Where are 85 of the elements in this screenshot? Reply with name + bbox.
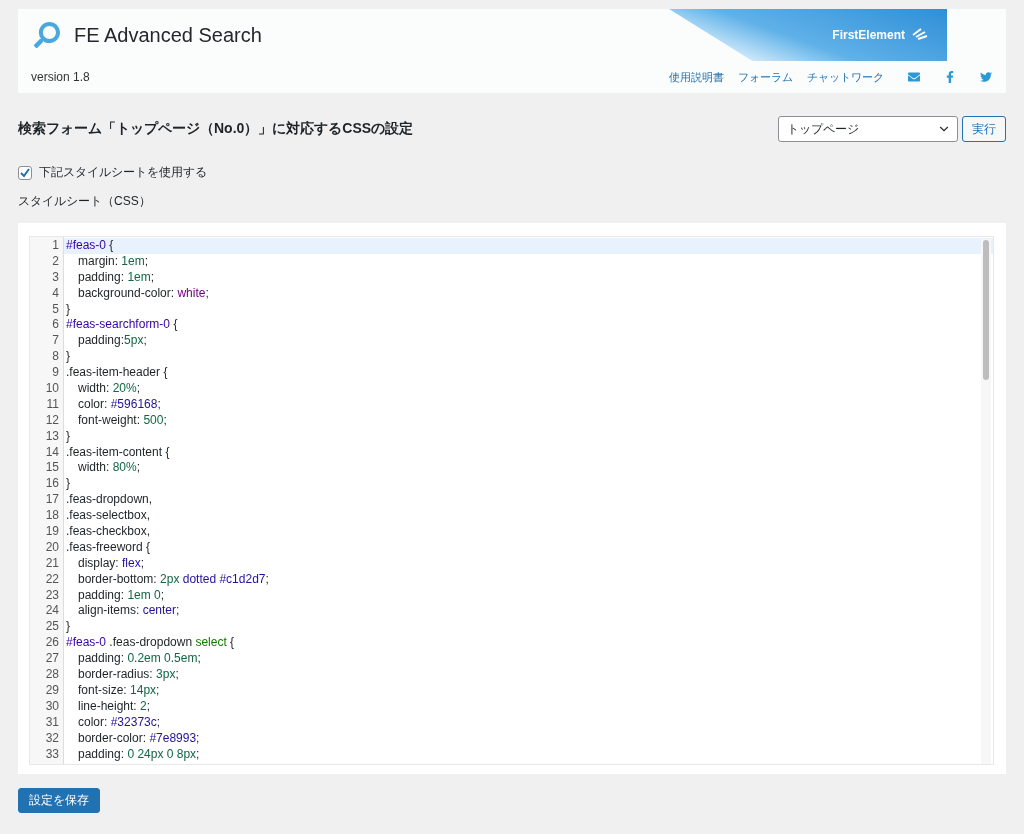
line-number: 12 <box>44 412 60 429</box>
mail-icon[interactable] <box>908 71 920 83</box>
css-label: スタイルシート（CSS） <box>18 193 152 210</box>
save-button[interactable]: 設定を保存 <box>18 788 100 813</box>
line-number: 28 <box>44 667 60 683</box>
line-number: 32 <box>44 730 60 747</box>
line-number: 19 <box>44 524 60 540</box>
code-line: padding: 0.2em 0.5em; <box>77 651 202 668</box>
code-line: border-bottom: 2px dotted #c1d2d7; <box>77 571 270 588</box>
code-line: .feas-dropdown, <box>65 492 154 509</box>
line-number: 8 <box>51 349 60 366</box>
code-line: width: 80%; <box>77 460 142 477</box>
line-number: 18 <box>44 508 60 525</box>
code-line: } <box>65 349 71 366</box>
line-number: 3 <box>51 269 60 286</box>
line-number: 25 <box>44 619 60 636</box>
line-number: 22 <box>44 571 60 588</box>
line-number: 16 <box>44 476 60 493</box>
line-number: 27 <box>44 651 60 668</box>
header-link[interactable]: チャットワーク <box>807 69 884 85</box>
page-select[interactable]: トップページ <box>778 116 958 142</box>
line-number: 5 <box>51 301 60 318</box>
code-line: margin: 1em; <box>77 253 150 270</box>
code-line: .feas-freeword { <box>65 539 152 556</box>
line-number: 20 <box>44 539 60 556</box>
swoosh-icon <box>911 27 929 43</box>
code-line: border-color: #7e8993; <box>77 730 201 747</box>
code-line: .feas-checkbox, <box>65 524 152 540</box>
line-number: 10 <box>44 381 60 397</box>
line-number: 4 <box>51 285 60 302</box>
facebook-icon[interactable] <box>944 71 956 83</box>
code-line: padding: 0 24px 0 8px; <box>77 746 201 763</box>
scrollbar-thumb[interactable] <box>983 240 989 380</box>
code-line: display: flex; <box>77 555 146 572</box>
header-link[interactable]: 使用説明書 <box>669 69 724 85</box>
line-number: 15 <box>44 460 60 477</box>
line-number: 29 <box>44 682 60 699</box>
checkbox-label: 下記スタイルシートを使用する <box>39 164 207 181</box>
line-number: 17 <box>44 492 60 509</box>
code-line: } <box>65 619 71 636</box>
twitter-icon[interactable] <box>980 71 992 83</box>
code-line: padding:5px; <box>77 333 148 350</box>
line-number: 2 <box>51 253 60 270</box>
code-line: color: #32373c; <box>77 714 162 731</box>
section-heading: 検索フォーム「トップページ（No.0）」に対応するCSSの設定 <box>18 120 414 138</box>
line-number: 23 <box>44 587 60 604</box>
code-line: font-size: 14px; <box>77 682 161 699</box>
code-line: } <box>65 301 71 318</box>
line-number: 24 <box>44 603 60 620</box>
app-title: FE Advanced Search <box>74 23 262 47</box>
code-line: padding: 1em; <box>77 269 156 286</box>
line-number: 13 <box>44 428 60 445</box>
code-line: padding: 1em 0; <box>77 587 166 604</box>
code-line: } <box>65 428 71 445</box>
code-line: .feas-item-content { <box>65 444 171 461</box>
code-line: #feas-0 .feas-dropdown select { <box>65 635 236 652</box>
scrollbar[interactable] <box>981 239 991 764</box>
line-number: 26 <box>44 635 60 652</box>
search-icon <box>34 22 60 48</box>
code-line: width: 20%; <box>77 381 142 397</box>
header-link[interactable]: フォーラム <box>738 69 793 85</box>
line-number: 7 <box>51 333 60 350</box>
run-button[interactable]: 実行 <box>962 116 1006 142</box>
code-line: font-weight: 500; <box>77 412 168 429</box>
line-number: 11 <box>45 396 60 413</box>
code-line: #feas-searchform-0 { <box>65 317 179 334</box>
line-number: 30 <box>44 698 60 715</box>
code-line: color: #596168; <box>77 396 162 413</box>
line-number: 31 <box>44 714 60 731</box>
code-line: .feas-selectbox, <box>65 508 152 525</box>
code-line: } <box>65 476 71 493</box>
use-stylesheet-checkbox[interactable] <box>18 165 32 180</box>
brand-logo: FirstElement <box>832 28 905 42</box>
line-number: 6 <box>51 317 60 334</box>
code-line: align-items: center; <box>77 603 181 620</box>
code-line: .feas-item-header { <box>65 365 169 381</box>
line-number: 1 <box>51 238 60 254</box>
code-line: line-height: 2; <box>77 698 152 715</box>
code-line: background-color: white; <box>77 285 210 302</box>
version-label: version 1.8 <box>30 70 91 84</box>
line-number: 21 <box>44 555 60 572</box>
line-number: 9 <box>51 365 60 381</box>
code-line: border-radius: 3px; <box>77 667 180 683</box>
line-number: 33 <box>44 746 60 763</box>
line-number: 14 <box>44 444 60 461</box>
